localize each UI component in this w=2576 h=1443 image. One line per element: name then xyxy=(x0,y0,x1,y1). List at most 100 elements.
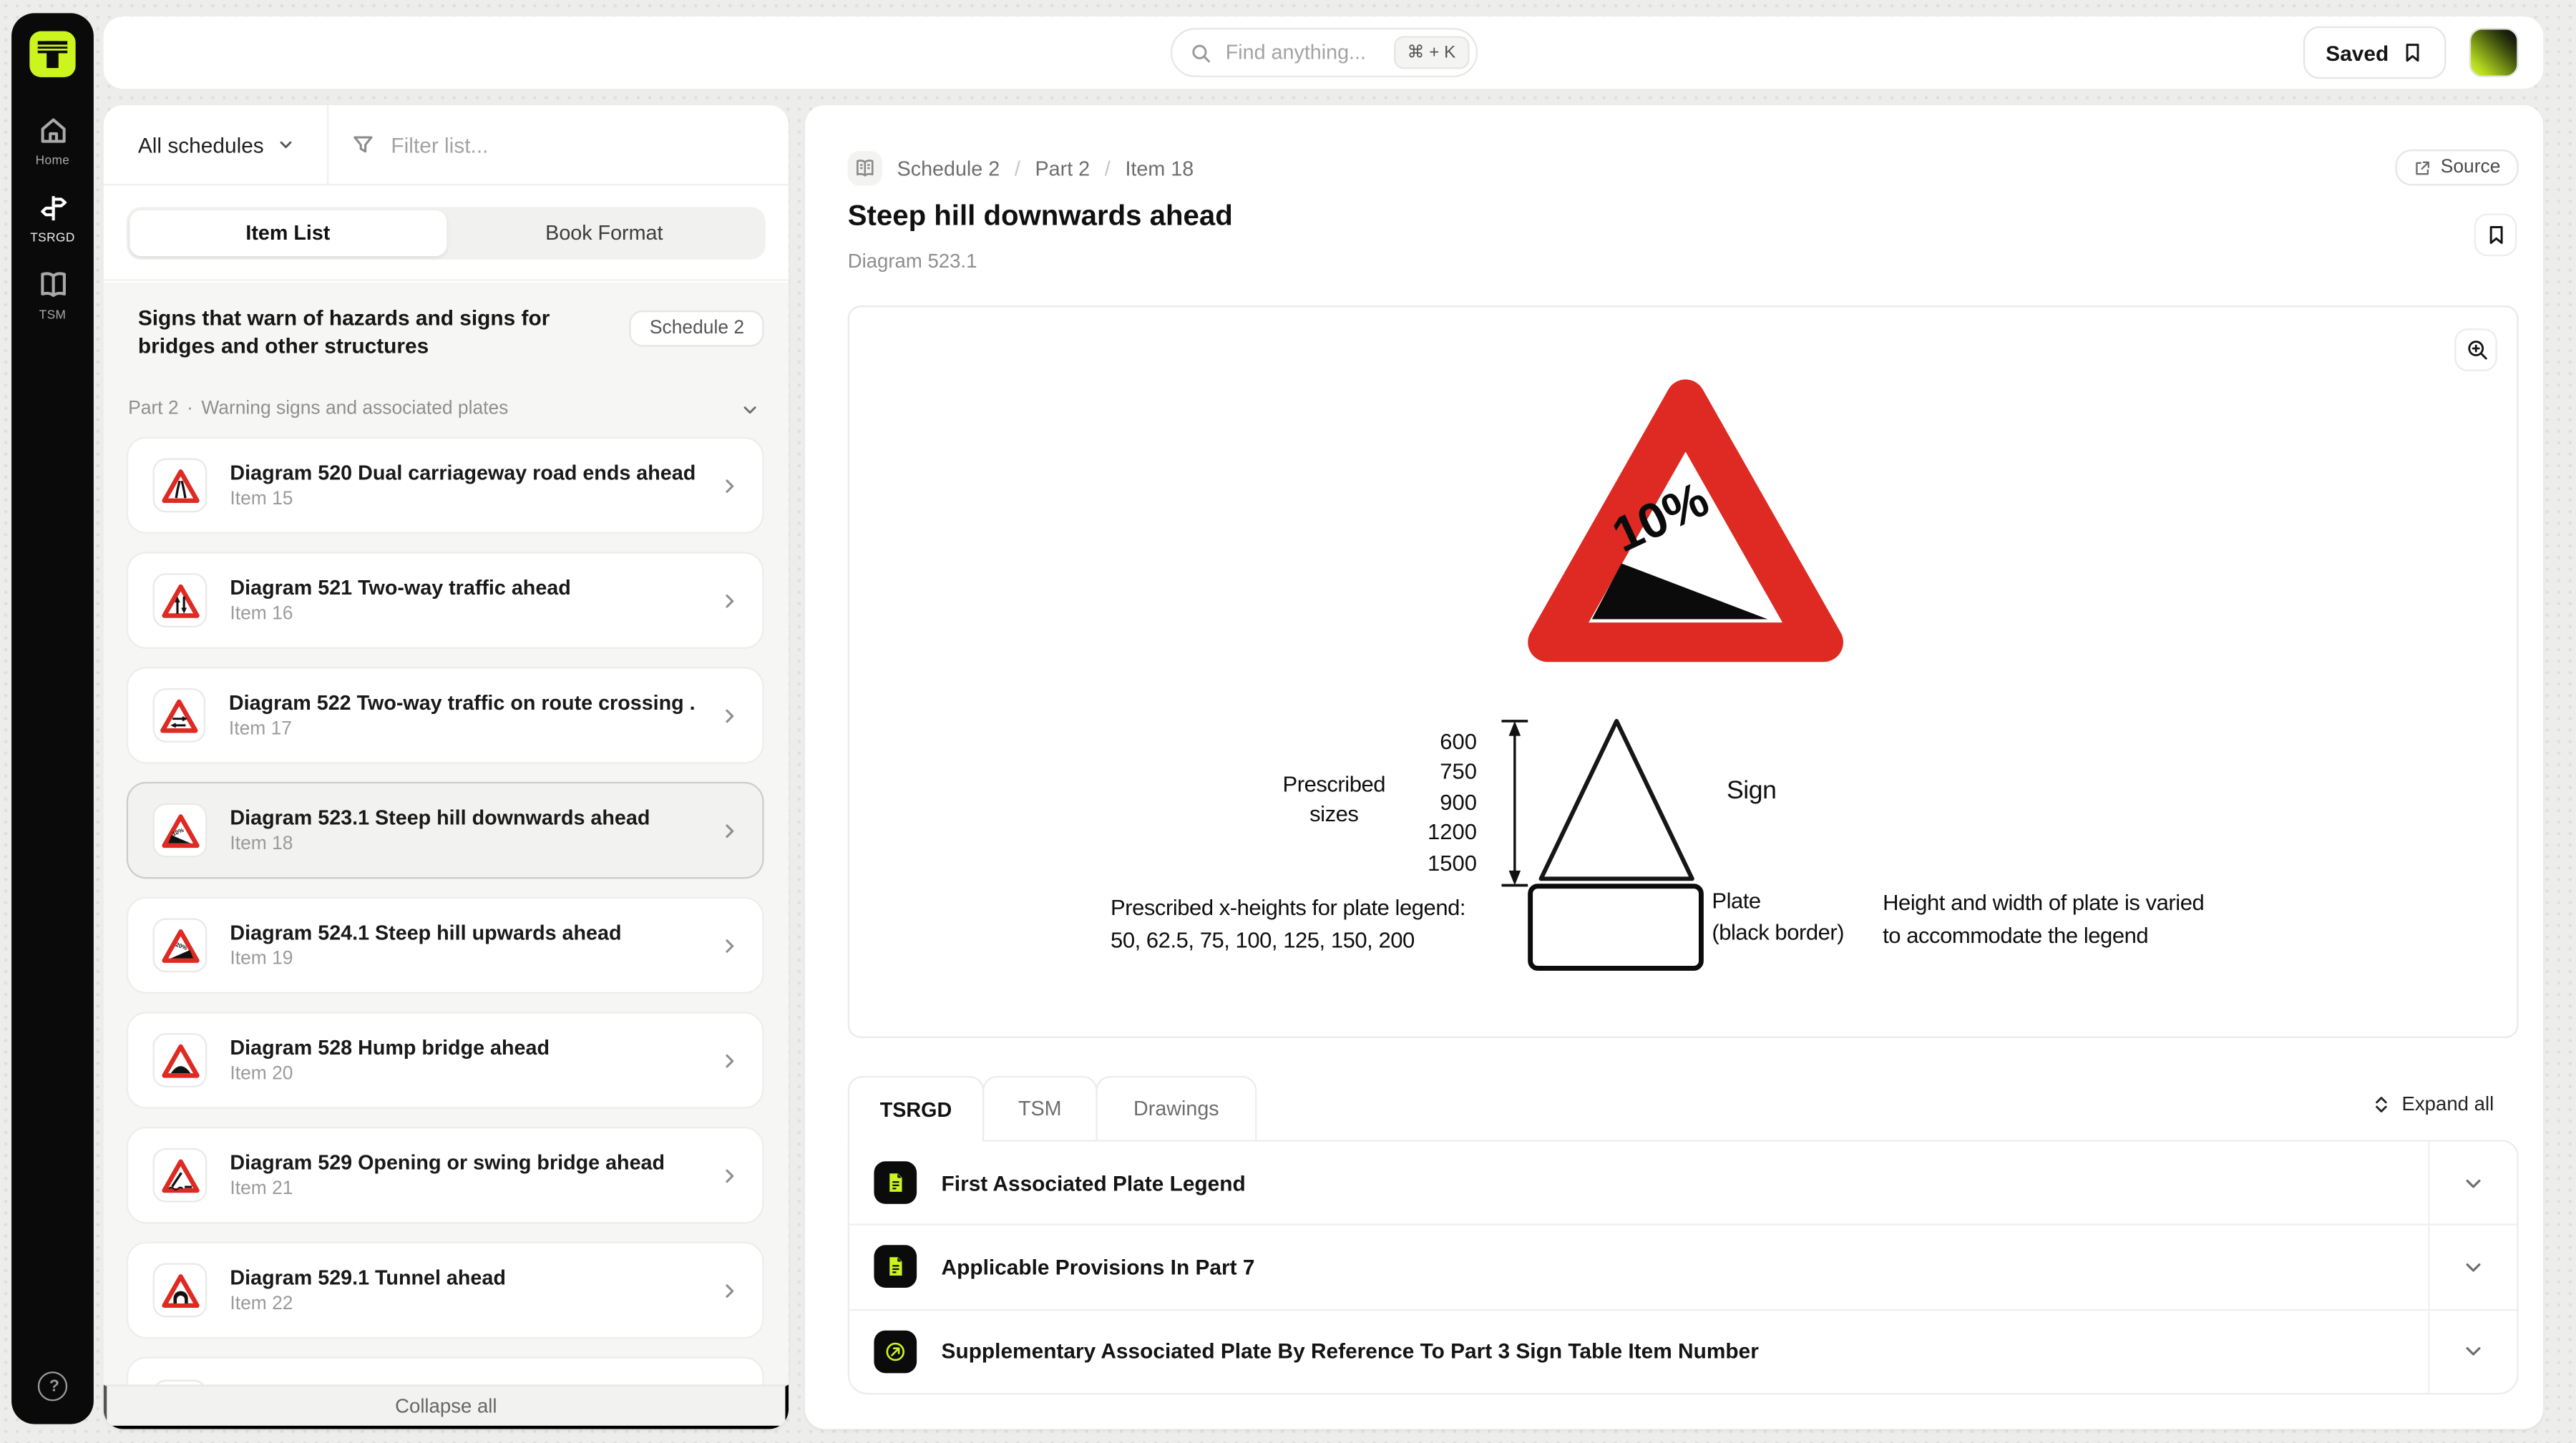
search-shortcut-badge: ⌘ + K xyxy=(1394,36,1468,69)
chevron-right-icon xyxy=(720,936,740,956)
breadcrumb-separator: / xyxy=(1015,157,1020,180)
list-item-diagram-524-1[interactable]: 20% Diagram 524.1 Steep hill upwards ahe… xyxy=(127,897,764,994)
sidebar-nav: Home TSRGD xyxy=(11,115,94,322)
list-item-number: Item 15 xyxy=(230,489,696,509)
breadcrumb-separator: / xyxy=(1105,157,1111,180)
accordion-row-plate-legend[interactable]: First Associated Plate Legend xyxy=(849,1142,2517,1225)
tab-tsrgd[interactable]: TSRGD xyxy=(848,1076,985,1142)
prescribed-sizes-label: Prescribed sizes xyxy=(1264,771,1405,828)
schedule-list-panel: All schedules Item List Book Format xyxy=(104,105,789,1429)
diagram-list: Diagram 520 Dual carriageway road ends a… xyxy=(104,429,789,1429)
expand-all-icon xyxy=(2372,1093,2390,1115)
help-button[interactable]: ? xyxy=(38,1371,67,1401)
tab-drawings[interactable]: Drawings xyxy=(1096,1076,1257,1140)
schedules-dropdown-label: All schedules xyxy=(138,132,264,157)
sidebar-item-home[interactable]: Home xyxy=(11,115,94,167)
chevron-right-icon xyxy=(720,1050,740,1070)
plate-note-line1: Height and width of plate is varied xyxy=(1883,887,2204,919)
section-header: Signs that warn of hazards and signs for… xyxy=(104,283,789,389)
global-search[interactable]: ⌘ + K xyxy=(1170,28,1477,77)
sign-thumb-hill-down-icon: 10% xyxy=(153,803,208,858)
schedule-badge: Schedule 2 xyxy=(630,310,763,347)
tab-item-list[interactable]: Item List xyxy=(130,210,446,255)
source-button[interactable]: Source xyxy=(2394,150,2518,186)
list-item-diagram-528[interactable]: Diagram 528 Hump bridge aheadItem 20 xyxy=(127,1012,764,1108)
list-item-title: Diagram 528 Hump bridge ahead xyxy=(230,1037,550,1060)
view-switcher: Item List Book Format xyxy=(127,206,766,258)
expand-all-button[interactable]: Expand all xyxy=(2362,1090,2504,1117)
list-item-diagram-520[interactable]: Diagram 520 Dual carriageway road ends a… xyxy=(127,437,764,534)
breadcrumb-book-icon xyxy=(848,151,882,185)
sign-thumb-road-narrows-icon xyxy=(153,459,208,513)
chevron-right-icon xyxy=(720,821,740,841)
user-avatar[interactable] xyxy=(2469,28,2519,77)
document-icon xyxy=(874,1162,917,1205)
accordion-row-provisions[interactable]: Applicable Provisions In Part 7 xyxy=(849,1224,2517,1309)
collapse-all-button[interactable]: Collapse all xyxy=(104,1384,789,1429)
reference-circle-arrow-icon xyxy=(874,1330,917,1373)
chevron-down-icon xyxy=(2463,1172,2484,1193)
sidebar-item-tsrgd[interactable]: TSRGD xyxy=(11,192,94,245)
size-value: 1500 xyxy=(1392,848,1477,879)
breadcrumb: Schedule 2 / Part 2 / Item 18 xyxy=(897,151,1194,185)
list-item-diagram-521[interactable]: Diagram 521 Two-way traffic aheadItem 16 xyxy=(127,552,764,648)
filter-funnel-icon xyxy=(351,133,374,156)
filter-input[interactable] xyxy=(388,131,772,159)
bookmark-item-button[interactable] xyxy=(2474,213,2517,256)
divider xyxy=(2428,1226,2429,1309)
tab-tsm[interactable]: TSM xyxy=(982,1076,1098,1140)
sign-thumb-tunnel-icon xyxy=(153,1263,208,1318)
accordion-label: First Associated Plate Legend xyxy=(942,1170,1246,1195)
schedules-dropdown[interactable]: All schedules xyxy=(138,132,293,157)
bookmark-icon xyxy=(2486,223,2507,246)
list-item-title: Diagram 520 Dual carriageway road ends a… xyxy=(230,461,696,484)
saved-label: Saved xyxy=(2326,40,2389,64)
tab-book-format[interactable]: Book Format xyxy=(446,210,762,255)
list-item-diagram-522[interactable]: Diagram 522 Two-way traffic on route cro… xyxy=(127,667,764,763)
size-arrow xyxy=(1500,720,1529,887)
detail-accordion: First Associated Plate Legend Appl xyxy=(848,1140,2519,1394)
sidebar-item-label: Home xyxy=(36,153,70,168)
xheights-note: Prescribed x-heights for plate legend: 5… xyxy=(1111,892,1465,957)
sign-thumb-hump-bridge-icon xyxy=(153,1033,208,1087)
help-label: ? xyxy=(49,1377,59,1395)
breadcrumb-part[interactable]: Part 2 xyxy=(1035,157,1091,180)
topbar-actions: Saved xyxy=(2303,26,2543,79)
accordion-row-supplementary-plate[interactable]: Supplementary Associated Plate By Refere… xyxy=(849,1309,2517,1393)
prescribed-sizes-values: 600 750 900 1200 1500 xyxy=(1392,728,1477,879)
app-logo[interactable] xyxy=(29,31,75,77)
sign-thumb-two-way-icon xyxy=(153,573,208,627)
xheights-line1: Prescribed x-heights for plate legend: xyxy=(1111,892,1465,924)
xheights-line2: 50, 62.5, 75, 100, 125, 150, 200 xyxy=(1111,924,1465,956)
sidebar-item-label: TSRGD xyxy=(30,230,75,245)
home-icon xyxy=(37,115,69,147)
list-item-number: Item 22 xyxy=(230,1294,505,1314)
search-input[interactable] xyxy=(1222,39,1382,66)
chevron-right-icon xyxy=(720,705,740,725)
list-item-title: Diagram 521 Two-way traffic ahead xyxy=(230,577,570,600)
breadcrumb-item[interactable]: Item 18 xyxy=(1125,157,1194,180)
saved-button[interactable]: Saved xyxy=(2303,26,2446,79)
part-separator: · xyxy=(187,399,193,419)
panel-header: All schedules xyxy=(104,105,789,186)
breadcrumb-schedule[interactable]: Schedule 2 xyxy=(897,157,1000,180)
plate-label-line2: (black border) xyxy=(1712,916,1844,949)
sidebar-item-tsm[interactable]: TSM xyxy=(11,270,94,322)
section-title: Signs that warn of hazards and signs for… xyxy=(138,305,601,360)
chevron-down-icon xyxy=(277,137,293,153)
chevron-down-icon xyxy=(2463,1256,2484,1278)
list-item-diagram-523-1[interactable]: 10% Diagram 523.1 Steep hill downwards a… xyxy=(127,782,764,879)
list-item-title: Diagram 529 Opening or swing bridge ahea… xyxy=(230,1151,665,1174)
plate-outline xyxy=(1528,884,1704,971)
part-group-header[interactable]: Part 2 · Warning signs and associated pl… xyxy=(104,389,789,429)
signpost-icon xyxy=(37,192,69,224)
part-title: Warning signs and associated plates xyxy=(201,399,508,419)
zoom-in-button[interactable] xyxy=(2454,328,2497,371)
list-item-diagram-529-1[interactable]: Diagram 529.1 Tunnel aheadItem 22 xyxy=(127,1242,764,1339)
chevron-down-icon xyxy=(2463,1341,2484,1362)
sidebar: Home TSRGD xyxy=(11,13,94,1424)
page-subtitle: Diagram 523.1 xyxy=(848,250,977,273)
list-item-diagram-529[interactable]: Diagram 529 Opening or swing bridge ahea… xyxy=(127,1127,764,1223)
collapse-all-label: Collapse all xyxy=(395,1394,497,1417)
open-book-icon xyxy=(37,270,69,301)
